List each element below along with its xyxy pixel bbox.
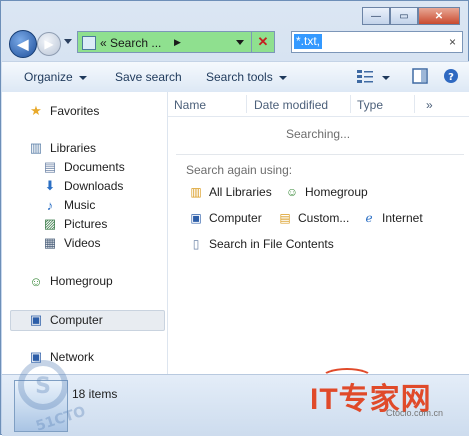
- video-film-icon: ▦: [43, 235, 57, 250]
- navigation-pane: ★ Favorites ▥ Libraries ▤ Documents ⬇ Downlo…: [2, 92, 168, 374]
- column-divider[interactable]: [350, 95, 351, 113]
- close-button[interactable]: ✕: [418, 7, 460, 25]
- option-label: Computer: [209, 211, 262, 225]
- document-icon: ▯: [192, 237, 200, 251]
- internet-explorer-icon: ℯ: [365, 211, 373, 225]
- column-header: Name Date modified Type »: [168, 92, 469, 117]
- nav-music-label: Music: [64, 198, 96, 212]
- nav-music[interactable]: ♪ Music: [42, 196, 96, 214]
- option-label: All Libraries: [209, 185, 272, 199]
- column-date-modified[interactable]: Date modified: [254, 98, 328, 112]
- custom-folder-icon: ▤: [279, 211, 291, 225]
- stop-search-button[interactable]: ✕: [251, 32, 274, 52]
- organize-label: Organize: [24, 70, 73, 84]
- svg-text:?: ?: [448, 72, 454, 83]
- watermark-url: Ctocio.com.cn: [386, 408, 444, 418]
- view-dropdown[interactable]: [376, 70, 390, 84]
- divider: [176, 154, 464, 155]
- libraries-icon: ▥: [29, 140, 43, 155]
- nav-favorites-label: Favorites: [50, 104, 100, 118]
- documents-icon: ▤: [43, 159, 57, 174]
- more-columns-icon[interactable]: »: [426, 98, 433, 112]
- preview-pane-icon[interactable]: [411, 68, 429, 84]
- explorer-window: — ▭ ✕ ◀ ▶ « Search ... ▶ ✕ *.txt, × Orga…: [0, 0, 469, 436]
- column-name[interactable]: Name: [174, 98, 206, 112]
- search-folder-icon: [82, 36, 96, 50]
- nav-homegroup-label: Homegroup: [50, 274, 113, 288]
- music-note-icon: ♪: [46, 197, 54, 213]
- content-area: ★ Favorites ▥ Libraries ▤ Documents ⬇ Downlo…: [2, 92, 469, 374]
- nav-libraries[interactable]: ▥ Libraries: [28, 139, 96, 157]
- forward-button[interactable]: ▶: [37, 32, 61, 56]
- nav-downloads[interactable]: ⬇ Downloads: [42, 177, 124, 195]
- nav-downloads-label: Downloads: [64, 179, 124, 193]
- nav-documents-label: Documents: [64, 160, 125, 174]
- nav-pictures[interactable]: ▨ Pictures: [42, 215, 108, 233]
- view-options-icon[interactable]: [356, 68, 374, 84]
- nav-favorites[interactable]: ★ Favorites: [28, 102, 99, 120]
- breadcrumb-arrow-icon[interactable]: ▶: [174, 37, 181, 48]
- watermark-logo: S 51CTO: [18, 360, 88, 431]
- option-label: Search in File Contents: [209, 237, 334, 251]
- column-type[interactable]: Type: [357, 98, 383, 112]
- nav-pictures-label: Pictures: [64, 217, 108, 231]
- nav-homegroup[interactable]: ☺ Homegroup: [28, 272, 113, 290]
- search-internet-link[interactable]: ℯ Internet: [361, 210, 423, 226]
- command-bar: Organize Save search Search tools ?: [2, 61, 469, 93]
- homegroup-people-icon: ☺: [29, 273, 43, 289]
- clear-search-icon[interactable]: ×: [449, 35, 456, 49]
- nav-computer-label: Computer: [50, 313, 103, 327]
- computer-monitor-icon: ▣: [190, 211, 202, 225]
- column-divider[interactable]: [246, 95, 247, 113]
- breadcrumb[interactable]: « Search ...: [100, 36, 161, 50]
- chevron-down-icon: [78, 75, 87, 80]
- option-label: Internet: [382, 211, 423, 225]
- homegroup-people-icon: ☺: [285, 185, 299, 199]
- help-icon[interactable]: ?: [442, 68, 460, 84]
- search-query[interactable]: *.txt,: [294, 34, 323, 49]
- organize-menu[interactable]: Organize: [24, 70, 87, 84]
- chevron-down-icon: [382, 75, 390, 80]
- arrow-left-icon: ◀: [17, 35, 29, 52]
- save-search-button[interactable]: Save search: [115, 70, 182, 84]
- caption-buttons: — ▭ ✕: [362, 7, 460, 25]
- search-again-label: Search again using:: [186, 163, 293, 177]
- search-homegroup-link[interactable]: ☺ Homegroup: [284, 184, 368, 200]
- nav-computer[interactable]: ▣ Computer: [28, 311, 103, 329]
- chevron-down-icon: [278, 75, 287, 80]
- searching-status: Searching...: [286, 127, 351, 141]
- download-arrow-icon: ⬇: [44, 178, 56, 193]
- address-row: ◀ ▶ « Search ... ▶ ✕ *.txt, ×: [1, 28, 469, 58]
- search-computer-link[interactable]: ▣ Computer: [188, 210, 262, 226]
- search-tools-label: Search tools: [206, 70, 273, 84]
- picture-icon: ▨: [43, 216, 57, 231]
- address-dropdown-icon[interactable]: [236, 40, 244, 45]
- arrow-right-icon: ▶: [44, 37, 54, 51]
- nav-libraries-label: Libraries: [50, 141, 97, 155]
- minimize-button[interactable]: —: [362, 7, 390, 25]
- nav-videos-label: Videos: [64, 236, 101, 250]
- column-divider[interactable]: [414, 95, 415, 113]
- option-label: Custom...: [298, 211, 350, 225]
- search-input[interactable]: *.txt, ×: [291, 31, 463, 53]
- search-custom-link[interactable]: ▤ Custom...: [277, 210, 349, 226]
- results-pane: Name Date modified Type » Searching... S…: [168, 92, 469, 374]
- recent-pages-dropdown[interactable]: [64, 39, 72, 44]
- computer-monitor-icon: ▣: [29, 312, 43, 327]
- maximize-button[interactable]: ▭: [390, 7, 418, 25]
- svg-text:S: S: [35, 374, 51, 399]
- address-bar[interactable]: « Search ... ▶ ✕: [77, 31, 275, 53]
- search-tools-menu[interactable]: Search tools: [206, 70, 287, 84]
- option-label: Homegroup: [305, 185, 368, 199]
- libraries-folder-icon: ▥: [190, 185, 202, 199]
- nav-documents[interactable]: ▤ Documents: [42, 158, 125, 176]
- search-all-libraries-link[interactable]: ▥ All Libraries: [188, 184, 272, 200]
- nav-videos[interactable]: ▦ Videos: [42, 234, 101, 252]
- back-button[interactable]: ◀: [9, 30, 37, 58]
- search-file-contents-link[interactable]: ▯ Search in File Contents: [188, 236, 334, 252]
- star-icon: ★: [30, 103, 42, 118]
